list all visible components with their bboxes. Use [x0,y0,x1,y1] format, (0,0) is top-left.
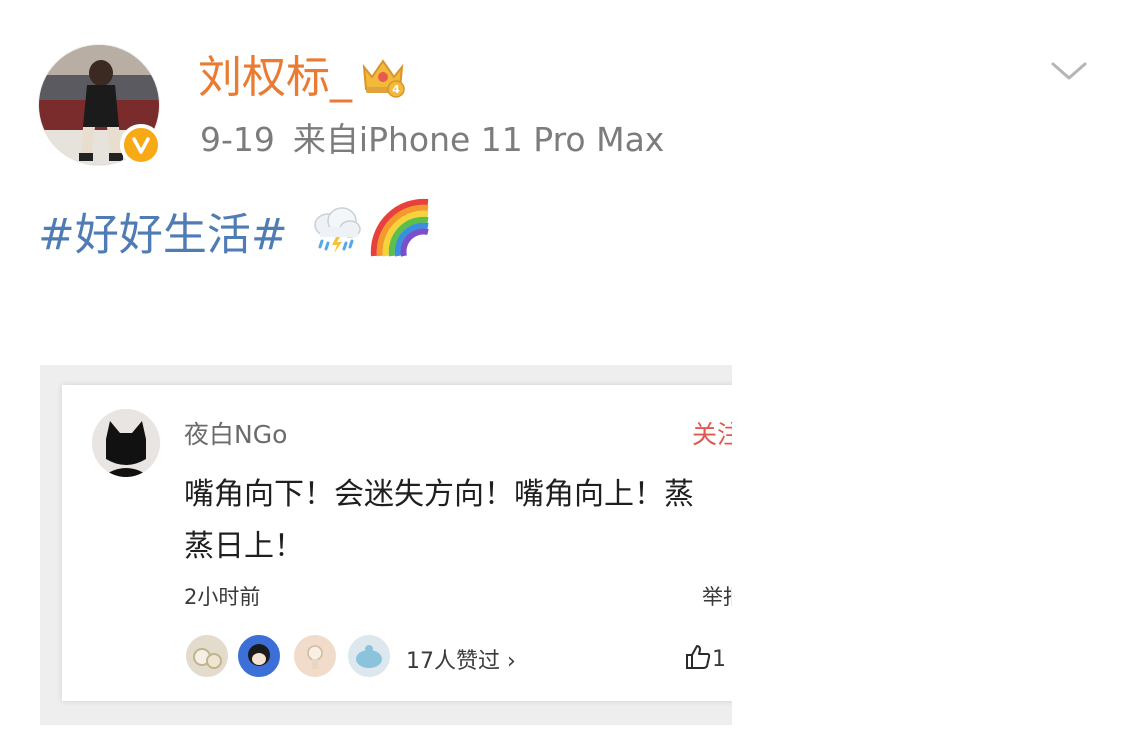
hashtag-link[interactable]: #好好生活# [38,210,288,261]
follow-button: 关注 [692,420,732,449]
chevron-right-icon: › [507,649,516,674]
thumbs-up-icon [684,643,712,677]
author-name[interactable]: 刘权标_ [198,50,352,106]
comment-line-1: 嘴角向下！会迷失方向！嘴角向上！蒸 [184,477,694,512]
author-avatar[interactable] [38,44,162,166]
post-source: 来自iPhone 11 Pro Max [292,120,665,159]
embedded-screenshot[interactable]: 夜白NGo 关注 嘴角向下！会迷失方向！嘴角向上！蒸 蒸日上！ 2小时前 举报 [40,365,732,725]
weibo-post: 刘权标_ 4 9-19 来自iPhone 11 Pro Max #好好生活# 夜… [0,0,1125,739]
post-meta: 9-19 来自iPhone 11 Pro Max [200,118,664,162]
cloud-rain-lightning-icon [306,199,366,276]
post-body: #好好生活# [38,198,432,277]
liker-avatar [236,633,282,679]
likes-summary-text: 17人赞过 [406,649,500,674]
liker-avatar [184,633,230,679]
like-count: 1 [684,643,726,677]
commenter-avatar [92,409,160,477]
report-link: 举报 [702,585,732,609]
comment-time: 2小时前 [184,585,261,609]
crown-icon[interactable]: 4 [358,53,408,99]
post-date: 9-19 [200,120,275,159]
comment-card: 夜白NGo 关注 嘴角向下！会迷失方向！嘴角向上！蒸 蒸日上！ 2小时前 举报 [62,385,732,701]
liker-avatar [292,633,338,679]
commenter-name: 夜白NGo [184,420,288,449]
comment-line-2: 蒸日上！ [184,529,304,564]
crown-level: 4 [392,83,400,96]
verified-badge-icon [120,124,162,166]
comment-text: 嘴角向下！会迷失方向！嘴角向上！蒸 蒸日上！ [184,469,694,573]
liker-avatar [346,633,392,679]
chevron-down-icon[interactable] [1049,50,1089,90]
rainbow-icon [370,198,432,277]
like-count-number: 1 [712,647,726,672]
likes-summary: 17人赞过 › [406,643,516,675]
